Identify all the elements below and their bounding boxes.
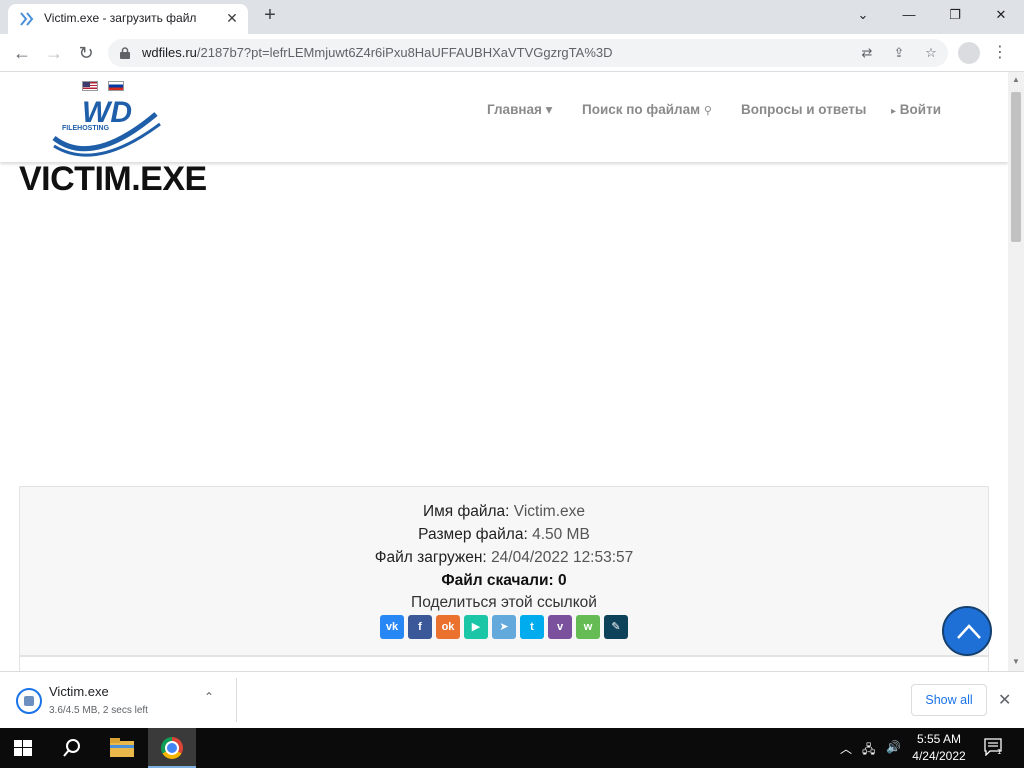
scroll-up-arrow-icon[interactable]: ▲: [1012, 75, 1020, 84]
scroll-down-arrow-icon[interactable]: ▼: [1012, 657, 1020, 666]
chrome-icon: [161, 737, 183, 759]
site-favicon-icon: [20, 12, 34, 26]
forward-button[interactable]: →: [42, 41, 66, 65]
nav-home-label: Главная: [487, 102, 542, 117]
nav-login-label: Войти: [899, 102, 942, 117]
caret-right-icon: ▸: [891, 106, 897, 117]
search-icon[interactable]: [62, 738, 82, 758]
tab-close-icon[interactable]: ✕: [224, 10, 240, 26]
share-facebook-icon[interactable]: f: [408, 615, 432, 639]
clock-time[interactable]: 5:55 AM: [914, 732, 964, 746]
tab-search-icon[interactable]: ⌄: [848, 4, 878, 26]
volume-icon[interactable]: 🔊: [886, 740, 901, 754]
clock-date[interactable]: 4/24/2022: [910, 749, 968, 763]
browser-menu-icon[interactable]: ⋮: [990, 42, 1010, 64]
scrollbar-thumb[interactable]: [1011, 92, 1021, 242]
new-tab-button[interactable]: +: [260, 5, 280, 26]
file-size-row: Размер файла: 4.50 MB: [20, 526, 988, 544]
address-bar[interactable]: wdfiles.ru/2187b7?pt=lefrLEMmjuwt6Z4r6iP…: [108, 39, 948, 67]
file-explorer-icon[interactable]: [110, 738, 134, 758]
notifications-icon[interactable]: 1: [984, 738, 1002, 756]
browser-tab[interactable]: Victim.exe - загрузить файл ✕: [8, 4, 248, 34]
url-path: /2187b7?pt=lefrLEMmjuwt6Z4r6iPxu8HaUFFAU…: [196, 45, 613, 60]
file-uploaded-row: Файл загружен: 24/04/2022 12:53:57: [20, 549, 988, 567]
restore-button[interactable]: ❐: [940, 4, 970, 26]
scroll-to-top-button[interactable]: [942, 606, 992, 656]
file-downloads-row: Файл скачали: 0: [20, 572, 988, 590]
share-livejournal-icon[interactable]: ✎: [604, 615, 628, 639]
site-header: WD FILEHOSTING Главная ▾ Поиск по файлам…: [0, 72, 1008, 162]
url-host: wdfiles.ru: [142, 45, 197, 60]
page-scrollbar[interactable]: ▲ ▼: [1008, 72, 1024, 671]
show-all-button[interactable]: Show all: [911, 684, 987, 716]
translate-icon[interactable]: ⇄: [858, 44, 876, 62]
english-flag-icon[interactable]: [82, 81, 98, 91]
share-icon[interactable]: ⇪: [890, 44, 908, 62]
browser-toolbar: ← → ↻ wdfiles.ru/2187b7?pt=lefrLEMmjuwt6…: [0, 34, 1024, 72]
file-info-box: Имя файла: Victim.exe Размер файла: 4.50…: [19, 486, 989, 656]
tab-strip: Victim.exe - загрузить файл ✕ + ⌄ — ❐ ✕: [0, 0, 1024, 34]
share-whatsapp-icon[interactable]: w: [576, 615, 600, 639]
nav-search-label: Поиск по файлам: [582, 102, 701, 117]
file-name-row: Имя файла: Victim.exe: [20, 503, 988, 521]
site-logo[interactable]: WD FILEHOSTING: [52, 94, 162, 160]
content-box-edge: [19, 656, 989, 671]
reload-button[interactable]: ↻: [74, 41, 98, 65]
chevron-up-icon[interactable]: ⌃: [204, 690, 214, 704]
file-uploaded-label: Файл загружен:: [374, 549, 487, 566]
minimize-button[interactable]: —: [894, 4, 924, 26]
back-button[interactable]: ←: [10, 41, 34, 65]
file-name-label: Имя файла:: [422, 503, 510, 520]
file-name-value: Victim.exe: [513, 503, 586, 520]
taskbar-chrome-button[interactable]: [148, 728, 196, 768]
lock-icon: [120, 47, 130, 59]
network-icon[interactable]: 🖧: [862, 740, 875, 761]
shelf-divider: [236, 678, 237, 722]
share-label: Поделиться этой ссылкой: [411, 594, 597, 611]
page-title: VICTIM.EXE: [19, 160, 207, 198]
screen: Victim.exe - загрузить файл ✕ + ⌄ — ❐ ✕ …: [0, 0, 1024, 768]
page-viewport: WD FILEHOSTING Главная ▾ Поиск по файлам…: [0, 72, 1008, 671]
share-twitter-icon[interactable]: t: [520, 615, 544, 639]
tab-title: Victim.exe - загрузить файл: [44, 11, 197, 25]
file-downloads-label: Файл скачали:: [441, 572, 554, 589]
download-file-name[interactable]: Victim.exe: [49, 684, 109, 699]
bookmark-star-icon[interactable]: ☆: [922, 44, 940, 62]
close-window-button[interactable]: ✕: [986, 4, 1016, 26]
url-text[interactable]: wdfiles.ru/2187b7?pt=lefrLEMmjuwt6Z4r6iP…: [142, 45, 613, 60]
profile-avatar-icon[interactable]: [958, 42, 980, 64]
logo-swoosh-icon: [52, 112, 161, 157]
download-progress-icon[interactable]: [16, 688, 42, 714]
file-uploaded-value: 24/04/2022 12:53:57: [491, 549, 634, 566]
file-downloads-value: 0: [558, 572, 567, 589]
file-size-label: Размер файла:: [418, 526, 528, 543]
share-vk-icon[interactable]: vk: [380, 615, 404, 639]
download-status: 3.6/4.5 MB, 2 secs left: [49, 705, 148, 716]
nav-faq[interactable]: Вопросы и ответы: [741, 102, 866, 117]
windows-start-icon[interactable]: [14, 740, 32, 756]
file-size-value: 4.50 MB: [532, 526, 590, 543]
share-odnoklassniki-icon[interactable]: ok: [436, 615, 460, 639]
tray-overflow-icon[interactable]: ︿: [840, 740, 852, 757]
close-shelf-icon[interactable]: ✕: [998, 690, 1011, 710]
download-shelf: Victim.exe 3.6/4.5 MB, 2 secs left ⌃ Sho…: [0, 671, 1024, 728]
nav-search[interactable]: Поиск по файлам ⚲: [582, 102, 712, 117]
chevron-up-icon: [957, 624, 981, 639]
share-moimir-icon[interactable]: ▶: [464, 615, 488, 639]
magnifier-icon: ⚲: [703, 105, 712, 117]
russian-flag-icon[interactable]: [108, 81, 124, 91]
share-viber-icon[interactable]: v: [548, 615, 572, 639]
notification-count: 1: [997, 748, 1001, 756]
share-telegram-icon[interactable]: ➤: [492, 615, 516, 639]
caret-down-icon: ▾: [545, 102, 553, 117]
windows-taskbar: ︿ 🖧 🔊 5:55 AM 4/24/2022 1: [0, 728, 1024, 768]
nav-home[interactable]: Главная ▾: [487, 102, 552, 118]
nav-login[interactable]: ▸ Войти: [891, 102, 941, 117]
